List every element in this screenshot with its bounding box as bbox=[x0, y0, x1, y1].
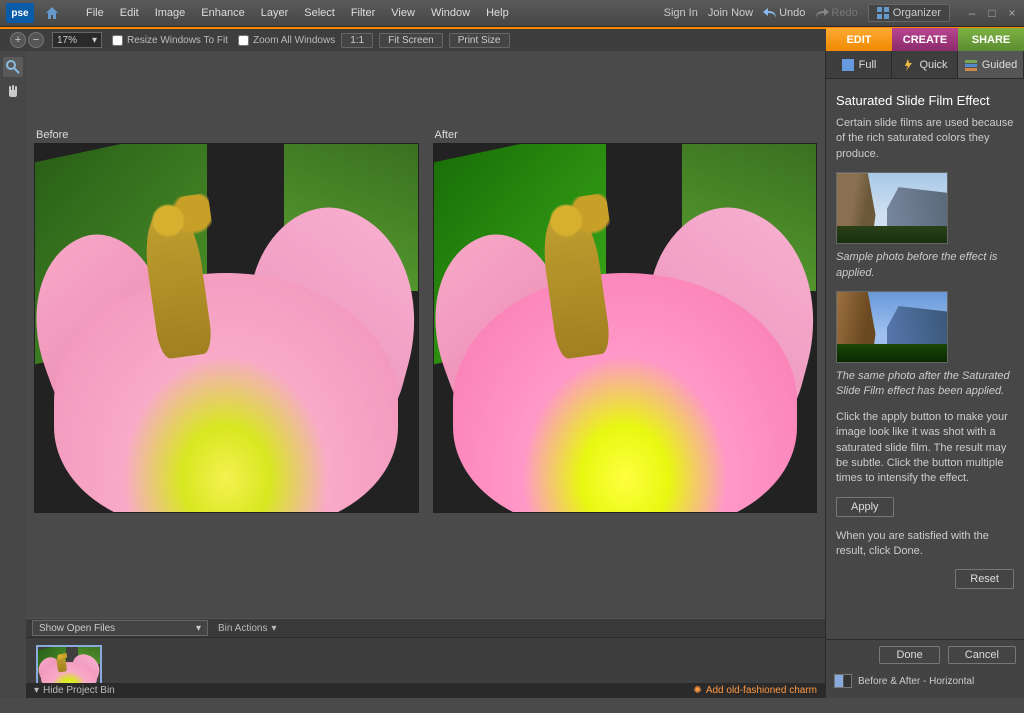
app-logo: pse bbox=[6, 3, 34, 23]
redo-icon bbox=[815, 8, 829, 18]
print-size-button[interactable]: Print Size bbox=[449, 33, 510, 48]
status-bar: ▾Hide Project Bin ✺Add old-fashioned cha… bbox=[26, 683, 825, 698]
panel-footer: Done Cancel Before & After - Horizontal bbox=[826, 639, 1024, 698]
zoom-all-windows-checkbox[interactable]: Zoom All Windows bbox=[238, 35, 335, 46]
zoom-percent-field[interactable]: 17%▾ bbox=[52, 32, 102, 48]
subtab-full[interactable]: Full bbox=[826, 51, 892, 78]
before-label: Before bbox=[34, 129, 419, 141]
chevron-down-icon: ▾ bbox=[271, 623, 276, 634]
home-icon[interactable] bbox=[38, 2, 66, 24]
canvas-area: Before After Show Open Files▾ Bin Action… bbox=[26, 51, 825, 698]
status-tip: ✺Add old-fashioned charm bbox=[693, 685, 817, 696]
sample-after bbox=[836, 291, 948, 363]
one-to-one-button[interactable]: 1:1 bbox=[341, 33, 373, 48]
organizer-button[interactable]: Organizer bbox=[868, 4, 950, 22]
menu-edit[interactable]: Edit bbox=[112, 0, 147, 27]
panel-content: Saturated Slide Film Effect Certain slid… bbox=[826, 79, 1024, 639]
panel-instructions-2: When you are satisfied with the result, … bbox=[836, 529, 1014, 560]
menu-select[interactable]: Select bbox=[296, 0, 343, 27]
undo-icon bbox=[763, 8, 777, 18]
sample-after-caption: The same photo after the Saturated Slide… bbox=[836, 369, 1014, 400]
bin-files-dropdown[interactable]: Show Open Files▾ bbox=[32, 620, 208, 636]
after-image[interactable] bbox=[433, 143, 818, 513]
toolstrip bbox=[0, 51, 26, 698]
apply-button[interactable]: Apply bbox=[836, 497, 894, 517]
menubar: pse File Edit Image Enhance Layer Select… bbox=[0, 0, 1024, 27]
menu-items: File Edit Image Enhance Layer Select Fil… bbox=[78, 0, 517, 27]
minimize-icon[interactable]: – bbox=[966, 6, 978, 20]
zoom-tool[interactable] bbox=[3, 57, 23, 77]
chevron-down-icon: ▾ bbox=[196, 623, 201, 634]
zoom-out-button[interactable]: − bbox=[28, 32, 44, 48]
panel-instructions: Click the apply button to make your imag… bbox=[836, 410, 1014, 487]
subtab-guided[interactable]: Guided bbox=[958, 51, 1024, 78]
signin-link[interactable]: Sign In bbox=[664, 7, 698, 19]
cancel-button[interactable]: Cancel bbox=[948, 646, 1016, 664]
tab-create[interactable]: CREATE bbox=[892, 28, 958, 52]
options-bar: + − 17%▾ Resize Windows To Fit Zoom All … bbox=[0, 27, 1024, 51]
view-mode-selector[interactable]: Before & After - Horizontal bbox=[834, 674, 1016, 688]
tab-edit[interactable]: EDIT bbox=[826, 28, 892, 52]
panel-title: Saturated Slide Film Effect bbox=[836, 93, 1014, 108]
after-label: After bbox=[433, 129, 818, 141]
sample-before-caption: Sample photo before the effect is applie… bbox=[836, 250, 1014, 281]
collapse-icon: ▾ bbox=[34, 685, 39, 696]
reset-button[interactable]: Reset bbox=[955, 569, 1014, 589]
panel-description: Certain slide films are used because of … bbox=[836, 116, 1014, 162]
menu-window[interactable]: Window bbox=[423, 0, 478, 27]
close-icon[interactable]: × bbox=[1006, 6, 1018, 20]
hide-project-bin[interactable]: ▾Hide Project Bin bbox=[34, 685, 115, 696]
organizer-icon bbox=[877, 7, 889, 19]
maximize-icon[interactable]: □ bbox=[986, 6, 998, 20]
menu-file[interactable]: File bbox=[78, 0, 112, 27]
menu-image[interactable]: Image bbox=[147, 0, 194, 27]
menu-filter[interactable]: Filter bbox=[343, 0, 383, 27]
subtab-quick[interactable]: Quick bbox=[892, 51, 958, 78]
sample-before bbox=[836, 172, 948, 244]
before-image[interactable] bbox=[34, 143, 419, 513]
menu-view[interactable]: View bbox=[383, 0, 423, 27]
bin-actions-dropdown[interactable]: Bin Actions▾ bbox=[218, 623, 277, 634]
menu-help[interactable]: Help bbox=[478, 0, 517, 27]
zoom-in-button[interactable]: + bbox=[10, 32, 26, 48]
guided-icon bbox=[964, 58, 978, 72]
sparkle-icon: ✺ bbox=[693, 685, 701, 696]
right-panel: Full Quick Guided Saturated Slide Film E… bbox=[825, 51, 1024, 698]
resize-windows-checkbox[interactable]: Resize Windows To Fit bbox=[112, 35, 228, 46]
before-after-horizontal-icon bbox=[834, 674, 852, 688]
joinnow-link[interactable]: Join Now bbox=[708, 7, 753, 19]
hand-tool[interactable] bbox=[3, 81, 23, 101]
bin-header: Show Open Files▾ Bin Actions▾ bbox=[26, 618, 825, 638]
redo-button[interactable]: Redo bbox=[815, 7, 857, 19]
menu-layer[interactable]: Layer bbox=[253, 0, 297, 27]
tab-share[interactable]: SHARE bbox=[958, 28, 1024, 52]
quick-icon bbox=[901, 58, 915, 72]
undo-button[interactable]: Undo bbox=[763, 7, 805, 19]
fit-screen-button[interactable]: Fit Screen bbox=[379, 33, 443, 48]
done-button[interactable]: Done bbox=[879, 646, 939, 664]
menu-enhance[interactable]: Enhance bbox=[193, 0, 252, 27]
chevron-down-icon: ▾ bbox=[92, 35, 97, 46]
full-icon bbox=[841, 58, 855, 72]
